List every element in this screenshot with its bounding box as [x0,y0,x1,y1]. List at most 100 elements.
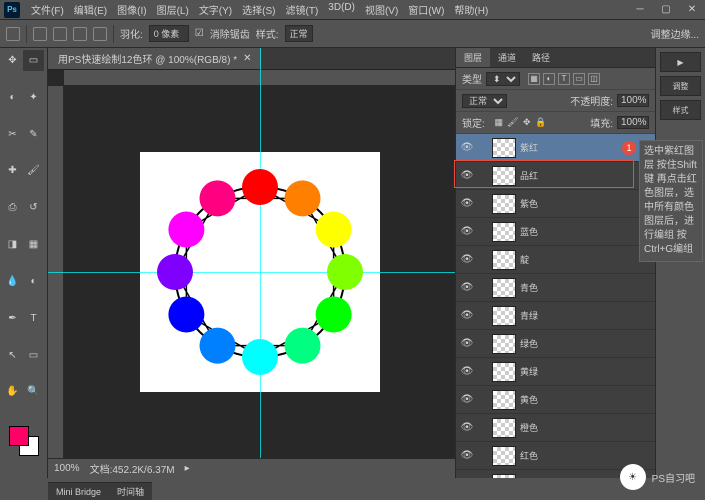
blur-tool[interactable]: 💧 [2,271,23,292]
visibility-toggle-icon[interactable]: 👁 [460,337,474,351]
lock-transparent-icon[interactable]: ▦ [493,117,505,129]
layer-name[interactable]: 橙色 [520,421,651,434]
lock-all-icon[interactable]: 🔒 [535,117,547,129]
layer-thumbnail[interactable] [492,166,516,186]
marquee-tool[interactable]: ▭ [23,50,44,71]
style-select[interactable]: 正常 [285,25,313,42]
opacity-value[interactable]: 100% [617,94,649,107]
visibility-toggle-icon[interactable]: 👁 [460,449,474,463]
gradient-tool[interactable]: ▦ [23,234,44,255]
menu-item[interactable]: 图层(L) [152,2,194,17]
shape-tool[interactable]: ▭ [23,345,44,366]
menu-item[interactable]: 图像(I) [112,2,151,17]
layer-row[interactable]: 👁 品红 [456,162,655,190]
close-button[interactable]: ✕ [683,3,701,17]
layer-row[interactable]: 👁 绿色 [456,330,655,358]
layer-row[interactable]: 👁 蓝色 [456,218,655,246]
tab-timeline[interactable]: 时间轴 [109,485,152,498]
layer-row[interactable]: 👁 橙色 [456,414,655,442]
lock-position-icon[interactable]: ✥ [521,117,533,129]
tab-layers[interactable]: 图层 [456,48,490,67]
brush-tool[interactable]: 🖌 [23,160,44,181]
layer-name[interactable]: 品红 [520,169,651,182]
menu-item[interactable]: 帮助(H) [449,2,493,17]
filter-type-icon[interactable]: T [558,73,570,85]
visibility-toggle-icon[interactable]: 👁 [460,225,474,239]
antialias-checkbox[interactable]: ☑ [195,28,204,39]
selection-add-icon[interactable] [53,27,67,41]
tab-mini-bridge[interactable]: Mini Bridge [48,487,109,497]
layer-name[interactable]: 红色 [520,449,651,462]
pen-tool[interactable]: ✒ [2,308,23,329]
layer-name[interactable]: 靛 [520,253,651,266]
layer-name[interactable]: 青色 [520,281,651,294]
foreground-color[interactable] [9,426,29,446]
visibility-toggle-icon[interactable]: 👁 [460,365,474,379]
layer-thumbnail[interactable] [492,194,516,214]
filter-smart-icon[interactable]: ◫ [588,73,600,85]
minimize-button[interactable]: ─ [631,3,649,17]
hand-tool[interactable]: ✋ [2,381,23,402]
feather-input[interactable]: 0 像素 [149,25,189,42]
layer-thumbnail[interactable] [492,334,516,354]
refine-edge-button[interactable]: 调整边缘... [651,26,699,41]
layer-thumbnail[interactable] [492,390,516,410]
layer-row[interactable]: 👁黄色 [456,386,655,414]
filter-adjust-icon[interactable]: ◐ [543,73,555,85]
layer-name[interactable]: 蓝色 [520,225,651,238]
menu-item[interactable]: 3D(D) [323,2,360,17]
play-action-icon[interactable]: ▶ [660,52,701,72]
layer-row[interactable]: 👁紫色 [456,190,655,218]
visibility-toggle-icon[interactable]: 👁 [460,169,474,183]
status-arrow-icon[interactable]: ▸ [185,463,190,474]
visibility-toggle-icon[interactable]: 👁 [460,141,474,155]
layer-name[interactable]: 青绿 [520,309,651,322]
blend-mode-select[interactable]: 正常 [462,94,507,108]
visibility-toggle-icon[interactable]: 👁 [460,421,474,435]
layer-name[interactable]: 绿色 [520,337,651,350]
history-brush-tool[interactable]: ↺ [23,197,44,218]
type-tool[interactable]: T [23,308,44,329]
wand-tool[interactable]: ✦ [23,87,44,108]
layer-row[interactable]: 👁 黄绿 [456,358,655,386]
selection-new-icon[interactable] [33,27,47,41]
layer-thumbnail[interactable] [492,474,516,479]
menu-item[interactable]: 选择(S) [237,2,280,17]
menu-item[interactable]: 文件(F) [26,2,69,17]
visibility-toggle-icon[interactable]: 👁 [460,253,474,267]
canvas-viewport[interactable] [64,86,455,458]
path-tool[interactable]: ↖ [2,345,23,366]
layer-row[interactable]: 👁靛 [456,246,655,274]
layer-thumbnail[interactable] [492,418,516,438]
selection-subtract-icon[interactable] [73,27,87,41]
visibility-toggle-icon[interactable]: 👁 [460,309,474,323]
menu-item[interactable]: 窗口(W) [403,2,449,17]
filter-pixel-icon[interactable]: ▦ [528,73,540,85]
visibility-toggle-icon[interactable]: 👁 [460,477,474,479]
menu-item[interactable]: 滤镜(T) [281,2,324,17]
layer-row[interactable]: 👁 青绿 [456,302,655,330]
layer-thumbnail[interactable] [492,250,516,270]
layer-thumbnail[interactable] [492,306,516,326]
dodge-tool[interactable]: ◐ [23,271,44,292]
menu-item[interactable]: 视图(V) [360,2,403,17]
eraser-tool[interactable]: ◨ [2,234,23,255]
selection-intersect-icon[interactable] [93,27,107,41]
document-tab[interactable]: 用PS快速绘制12色环 @ 100%(RGB/8) * ✕ [48,48,261,69]
layer-row[interactable]: 👁 青色 [456,274,655,302]
tool-preset-icon[interactable] [6,27,20,41]
tab-channels[interactable]: 通道 [490,48,524,67]
layer-name[interactable]: 紫色 [520,197,651,210]
stamp-tool[interactable]: ⎙ [2,197,23,218]
styles-panel-button[interactable]: 样式 [660,100,701,120]
menu-item[interactable]: 编辑(E) [69,2,112,17]
filter-kind-select[interactable]: ⬍ [486,72,520,86]
eyedropper-tool[interactable]: ✎ [23,124,44,145]
layer-name[interactable]: 黄绿 [520,365,651,378]
lasso-tool[interactable]: ◐ [2,87,23,108]
fill-value[interactable]: 100% [617,116,649,129]
visibility-toggle-icon[interactable]: 👁 [460,393,474,407]
zoom-level[interactable]: 100% [54,463,80,474]
visibility-toggle-icon[interactable]: 👁 [460,281,474,295]
layer-thumbnail[interactable] [492,362,516,382]
